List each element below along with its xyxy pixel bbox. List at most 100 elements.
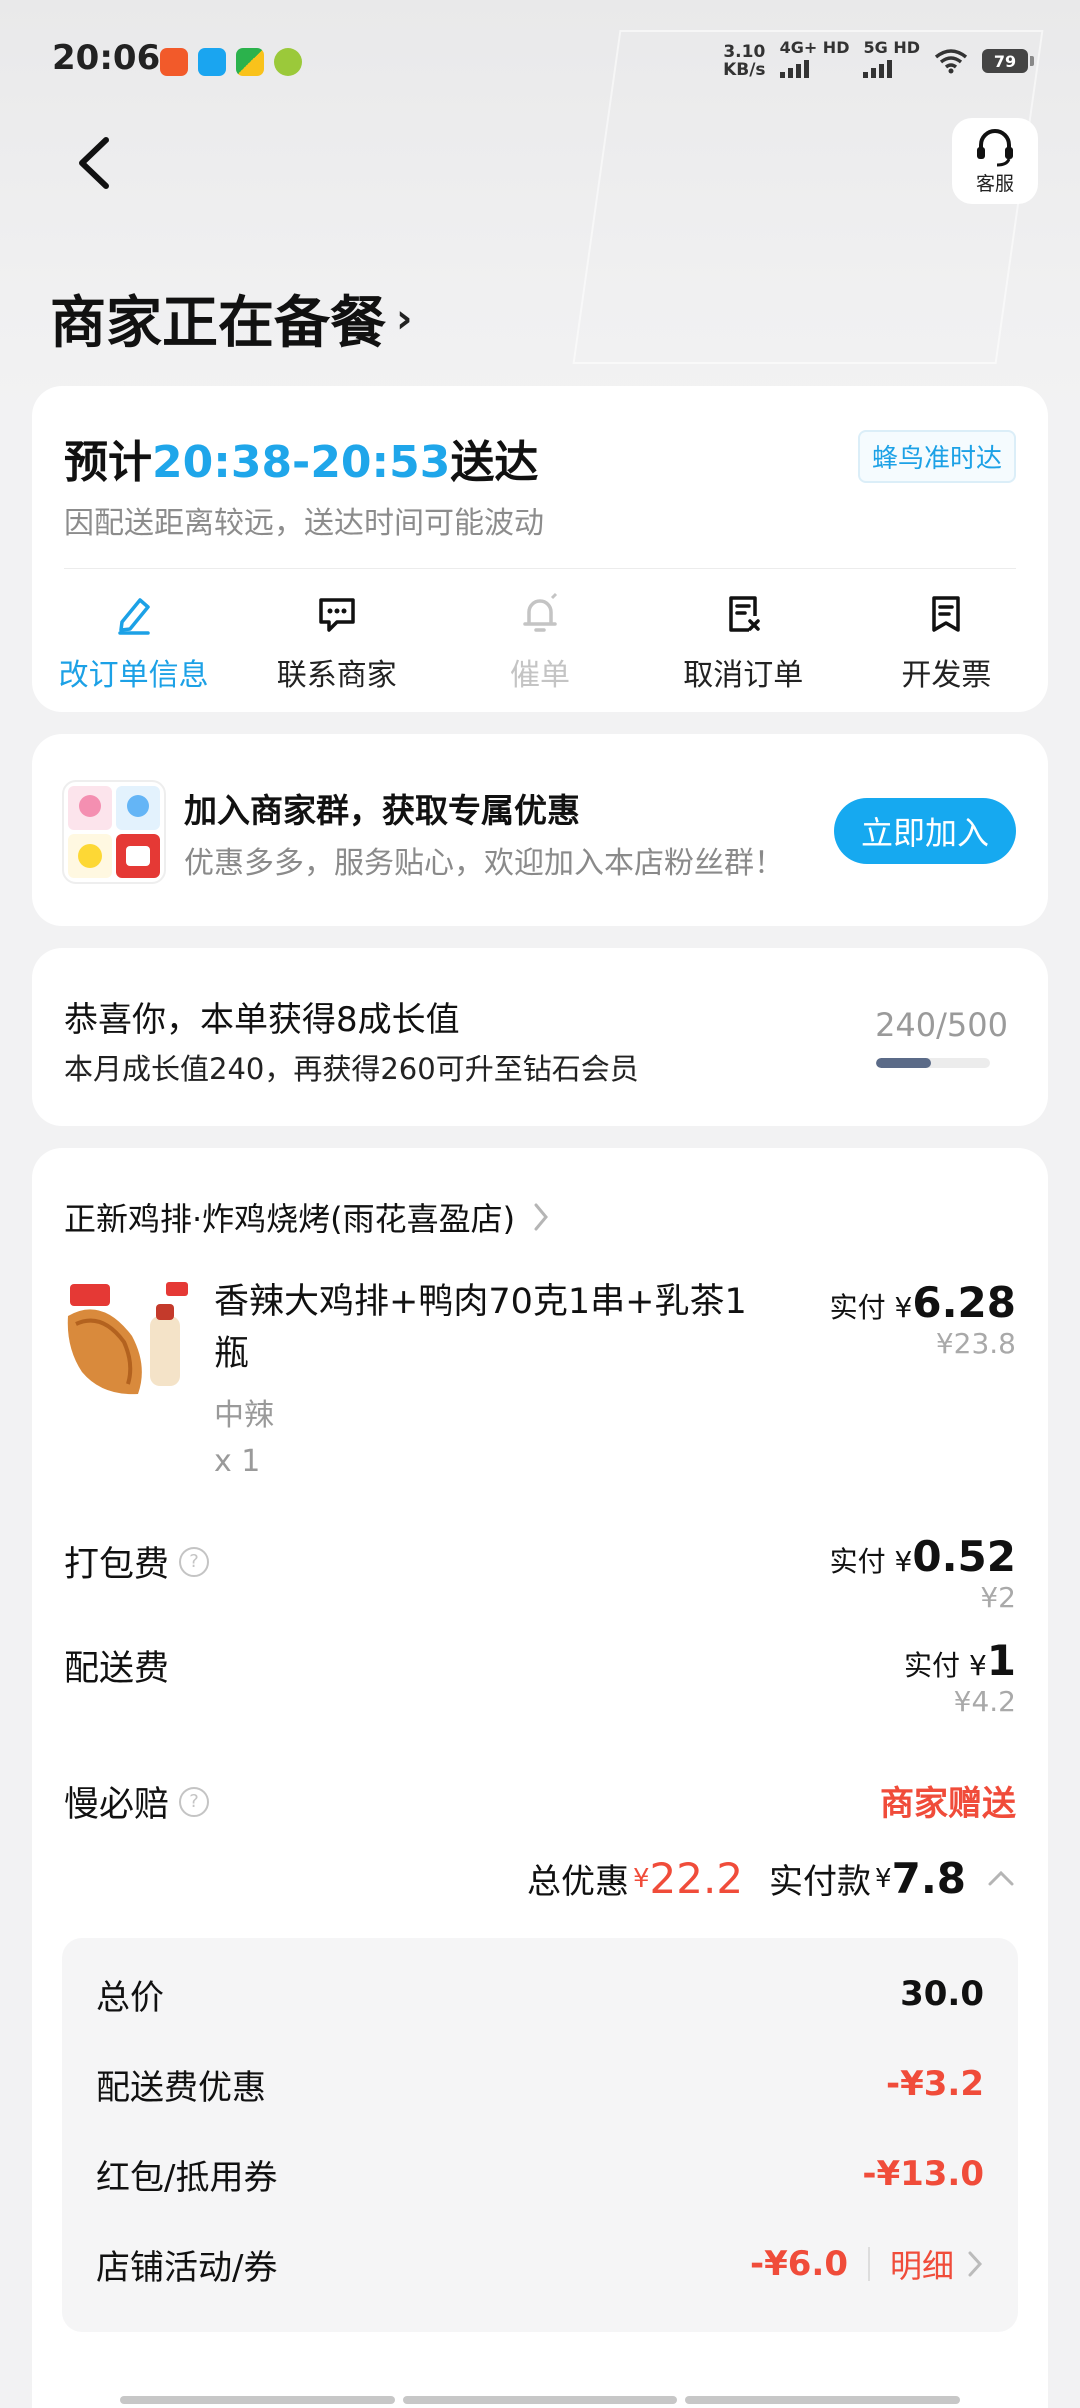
total-discount-value: 22.2 <box>649 1854 744 1903</box>
chevron-right-icon <box>968 2251 983 2277</box>
delivery-fee-label: 配送费 <box>64 1649 170 1689</box>
invoice-button[interactable]: 开发票 <box>845 592 1048 694</box>
order-status-text: 商家正在备餐 <box>50 291 386 356</box>
eta-text: 预计20:38-20:53送达 <box>64 426 538 490</box>
food-image[interactable] <box>62 1276 190 1404</box>
original-price: ¥2 <box>980 1581 1016 1614</box>
invoice-label: 开发票 <box>901 658 992 693</box>
scroll-indicator <box>120 2396 961 2404</box>
join-group-card: 加入商家群，获取专属优惠 优惠多多，服务贴心，欢迎加入本店粉丝群！ 立即加入 <box>32 734 1048 926</box>
delivery-fee-row: 配送费 <box>64 1640 169 1691</box>
edit-order-button[interactable]: 改订单信息 <box>32 592 235 694</box>
growth-progress-bar <box>876 1058 990 1068</box>
contact-merchant-label: 联系商家 <box>276 658 397 693</box>
urge-order-button[interactable]: 催单 <box>438 592 641 694</box>
contact-merchant-button[interactable]: 联系商家 <box>235 592 438 694</box>
packing-fee-price: 实付 ¥0.52 ¥2 <box>830 1532 1016 1614</box>
yen-symbol: ¥ <box>632 1863 650 1894</box>
network-speed: 3.10 KB/s <box>723 43 765 79</box>
breakdown-label: 配送费优惠 <box>96 2067 266 2108</box>
join-now-button[interactable]: 立即加入 <box>834 798 1016 864</box>
chevron-right-icon <box>534 1203 549 1231</box>
help-icon[interactable]: ? <box>179 1786 210 1817</box>
coupon-row: 红包/抵用券 -¥13.0 <box>96 2144 984 2204</box>
eta-prefix: 预计 <box>64 437 152 488</box>
yen-symbol: ¥ <box>968 1649 987 1682</box>
delivery-discount-row: 配送费优惠 -¥3.2 <box>96 2054 984 2114</box>
signal-sim1: 4G+ HD <box>779 38 850 82</box>
customer-service-button[interactable]: 客服 <box>952 118 1038 204</box>
price-breakdown: 总价 30.0 配送费优惠 -¥3.2 红包/抵用券 -¥13.0 店铺活动/券… <box>62 1938 1018 2332</box>
help-icon[interactable]: ? <box>179 1546 210 1577</box>
network-speed-unit: KB/s <box>723 60 766 80</box>
chat-icon <box>319 598 355 632</box>
food-quantity: x 1 <box>214 1444 261 1479</box>
breakdown-value: -¥6.0 <box>749 2244 848 2284</box>
paid-value: 1 <box>986 1636 1016 1685</box>
paid-label: 实付 <box>904 1649 961 1682</box>
eta-suffix: 送达 <box>450 437 539 488</box>
total-price-row: 总价 30.0 <box>96 1964 984 2024</box>
sim2-label: 5G HD <box>863 38 920 57</box>
breakdown-label: 红包/抵用券 <box>96 2157 278 2198</box>
eleme-app-icon <box>198 48 226 76</box>
original-price: ¥4.2 <box>953 1685 1016 1718</box>
delivery-fee-price: 实付 ¥1 ¥4.2 <box>904 1636 1016 1718</box>
edit-order-label: 改订单信息 <box>58 658 209 693</box>
growth-progress-text: 240/500 <box>875 1006 1008 1044</box>
delivery-card: 预计20:38-20:53送达 蜂鸟准时达 因配送距离较远，送达时间可能波动 改… <box>32 386 1048 712</box>
bell-icon <box>523 592 558 632</box>
yen-symbol: ¥ <box>894 1291 913 1324</box>
slow-compensation-row: 慢必赔 ? <box>64 1776 210 1827</box>
growth-card[interactable]: 恭喜你，本单获得8成长值 本月成长值240，再获得260可升至钻石会员 240/… <box>32 948 1048 1126</box>
food-spec: 中辣 <box>214 1398 274 1433</box>
cancel-doc-icon <box>729 596 760 632</box>
taobao-app-icon <box>160 48 188 76</box>
order-detail-card: 正新鸡排·炸鸡烧烤(雨花喜盈店) 香辣大鸡排+鸭肉70克1串+乳茶1瓶 中辣 x… <box>32 1148 1048 2408</box>
wifi-icon <box>934 49 968 74</box>
order-status-title[interactable]: 商家正在备餐 › <box>50 278 412 359</box>
merchant-gift-label: 商家赠送 <box>880 1784 1016 1824</box>
slow-compensation-label: 慢必赔 <box>64 1785 170 1825</box>
video-app-icon <box>236 48 264 76</box>
group-thumbnail <box>62 780 166 884</box>
breakdown-label: 店铺活动/券 <box>96 2247 278 2288</box>
food-name: 香辣大鸡排+鸭肉70克1串+乳茶1瓶 <box>214 1282 747 1374</box>
growth-title: 恭喜你，本单获得8成长值 <box>64 1000 460 1040</box>
divider <box>64 568 1016 569</box>
join-group-subtitle: 优惠多多，服务贴心，欢迎加入本店粉丝群！ <box>184 846 784 881</box>
notification-icons <box>160 48 302 76</box>
sim1-label: 4G+ HD <box>779 38 850 57</box>
game-app-icon <box>274 48 302 76</box>
store-link[interactable]: 正新鸡排·炸鸡烧烤(雨花喜盈店) <box>64 1194 551 1240</box>
back-button[interactable] <box>70 128 120 198</box>
original-price: ¥23.8 <box>935 1327 1016 1360</box>
details-link[interactable]: 明细 <box>890 2241 954 2287</box>
chevron-left-icon <box>79 137 109 189</box>
breakdown-value: 30.0 <box>900 1974 984 2014</box>
packing-fee-label: 打包费 <box>64 1545 170 1585</box>
cancel-order-label: 取消订单 <box>683 658 804 693</box>
paid-value: 0.52 <box>912 1532 1016 1581</box>
ontime-badge[interactable]: 蜂鸟准时达 <box>857 430 1016 483</box>
chevron-up-icon <box>988 1870 1014 1885</box>
breakdown-value: -¥3.2 <box>886 2064 984 2104</box>
join-group-title: 加入商家群，获取专属优惠 <box>184 791 580 830</box>
order-totals[interactable]: 总优惠 ¥ 22.2 实付款 ¥ 7.8 <box>527 1854 1016 1903</box>
total-discount-label: 总优惠 <box>526 1862 629 1902</box>
chevron-right-icon: › <box>396 295 413 342</box>
urge-order-label: 催单 <box>510 658 570 693</box>
amount-paid-value: 7.8 <box>891 1854 966 1903</box>
growth-progress-fill <box>876 1058 931 1068</box>
paid-label: 实付 <box>829 1545 886 1578</box>
status-time: 20:06 <box>52 38 161 78</box>
cancel-order-button[interactable]: 取消订单 <box>642 592 845 694</box>
packing-fee-row: 打包费 ? <box>64 1536 210 1587</box>
order-actions: 改订单信息 联系商家 催单 取消订单 开发票 <box>32 592 1048 694</box>
signal-bars-icon <box>779 58 809 78</box>
growth-subtitle: 本月成长值240，再获得260可升至钻石会员 <box>64 1052 639 1086</box>
signal-bars-icon <box>863 58 893 78</box>
status-bar: 20:06 3.10 KB/s 4G+ HD 5G HD 79 <box>0 0 1080 120</box>
yen-symbol: ¥ <box>894 1545 913 1578</box>
battery-icon: 79 <box>982 49 1034 73</box>
